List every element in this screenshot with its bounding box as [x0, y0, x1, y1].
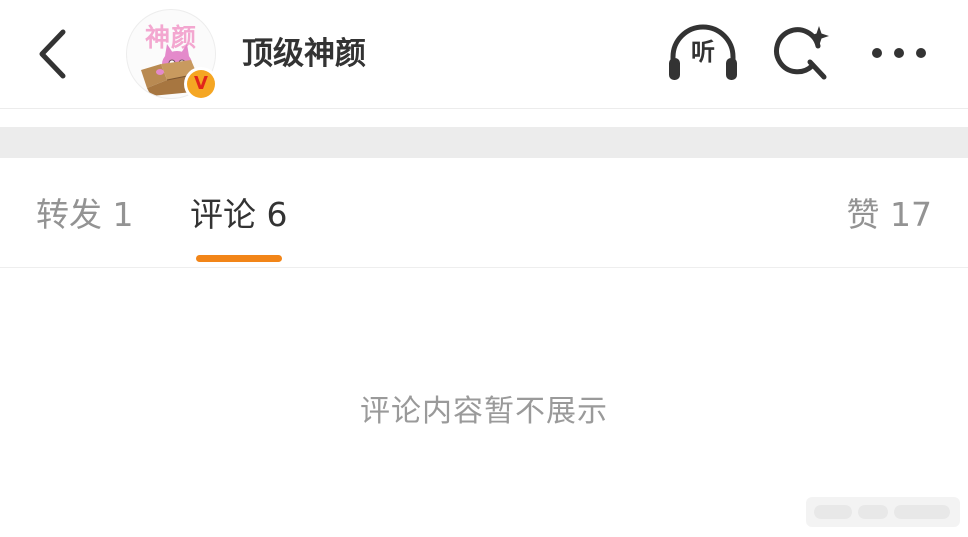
- tab-repost[interactable]: 转发 1: [36, 190, 134, 240]
- watermark: [806, 497, 960, 527]
- tab-comments[interactable]: 评论 6: [190, 190, 288, 240]
- listen-button[interactable]: 听: [667, 23, 739, 83]
- tabs-divider: [0, 267, 968, 268]
- search-button[interactable]: [772, 24, 832, 84]
- verified-badge: V: [184, 67, 218, 101]
- top-nav-bar: 神颜 V 顶级神颜 听: [0, 0, 968, 108]
- watermark-segment: [858, 505, 888, 519]
- watermark-segment: [814, 505, 852, 519]
- account-name[interactable]: 顶级神颜: [242, 34, 366, 74]
- watermark-segment: [894, 505, 950, 519]
- chevron-left-icon: [39, 29, 66, 79]
- comments-hidden-message: 评论内容暂不展示: [360, 394, 608, 429]
- search-sparkle-icon: [774, 26, 829, 80]
- verified-v-icon: V: [187, 70, 215, 98]
- more-dots-icon: [872, 48, 926, 58]
- active-tab-indicator: [196, 255, 282, 262]
- more-button[interactable]: [868, 35, 930, 71]
- section-separator: [0, 127, 968, 158]
- tab-likes[interactable]: 赞 17: [847, 190, 932, 240]
- avatar[interactable]: 神颜 V: [126, 9, 218, 101]
- back-button[interactable]: [28, 26, 76, 82]
- listen-label: 听: [691, 38, 715, 66]
- comments-page: 神颜 V 顶级神颜 听 转发 1 评论 6 赞 17 评论内容暂不展示: [0, 0, 968, 537]
- header-divider: [0, 108, 968, 109]
